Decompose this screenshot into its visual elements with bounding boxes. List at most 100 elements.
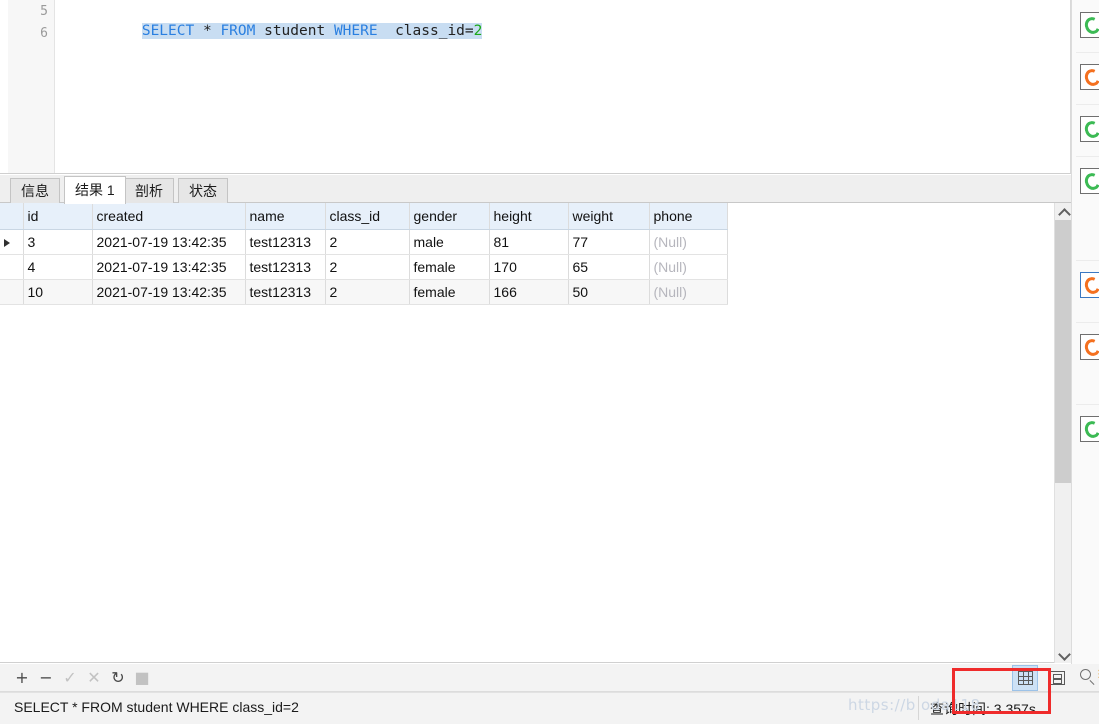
cell-phone[interactable]: (Null) [649,279,728,305]
panel-icon-4[interactable] [1072,156,1099,208]
cell-gender[interactable]: male [409,229,490,255]
scroll-up-button[interactable] [1055,203,1071,221]
panel-icon-7[interactable] [1072,404,1099,456]
search-icon [1080,669,1091,680]
sql-token: = [464,23,474,39]
tab-result-1[interactable]: 结果 1 [64,176,126,204]
sql-editor-pane[interactable]: 5 6 SELECT * FROM student WHERE class_id… [0,0,1071,174]
panel-icon-box [1080,416,1099,442]
cell-id[interactable]: 3 [23,229,93,255]
cell-height[interactable]: 170 [489,254,569,280]
grid-vertical-scrollbar[interactable] [1054,203,1071,663]
panel-icon-box [1080,64,1099,90]
refresh-button[interactable]: ↻ [108,668,128,688]
cell-class-id[interactable]: 2 [325,254,410,280]
connection-icon [1082,118,1099,141]
cell-weight[interactable]: 77 [568,229,650,255]
connection-icon [1082,14,1099,37]
connection-icon [1082,170,1099,193]
sql-token: SELECT [141,23,195,39]
panel-icon-box [1080,168,1099,194]
result-grid[interactable]: id created name class_id gender height w… [0,203,1071,663]
cell-class-id[interactable]: 2 [325,279,410,305]
connection-icon [1082,66,1099,89]
column-header-phone[interactable]: phone [649,203,728,230]
tab-profile[interactable]: 剖析 [124,178,174,203]
row-selector-cell[interactable] [0,279,24,305]
add-record-button[interactable]: + [12,668,32,688]
sql-token: WHERE [333,23,378,39]
sql-code-line[interactable]: SELECT * FROM student WHERE class_id=2 [72,1,483,39]
cell-weight[interactable]: 50 [568,279,650,305]
panel-icon-3[interactable] [1072,104,1099,156]
sql-code-area[interactable]: SELECT * FROM student WHERE class_id=2 [56,0,1070,173]
search-dots-icon: ⋮ [1094,669,1099,680]
chevron-down-icon [1057,647,1071,661]
search-button[interactable]: ⋮ [1078,666,1099,688]
column-header-weight[interactable]: weight [568,203,650,230]
cell-height[interactable]: 166 [489,279,569,305]
record-navigation-toolbar: + − ✓ ✕ ↻ ■ ⋮ [0,664,1099,692]
panel-icon-box [1080,272,1099,298]
table-row[interactable]: 3 2021-07-19 13:42:35 test12313 2 male 8… [0,229,728,255]
column-header-name[interactable]: name [245,203,326,230]
column-header-created[interactable]: created [92,203,246,230]
form-view-icon [1049,671,1065,685]
connection-icon [1082,418,1099,441]
cell-phone[interactable]: (Null) [649,229,728,255]
current-row-arrow-icon [4,238,10,247]
tab-info[interactable]: 信息 [10,178,60,203]
column-header-gender[interactable]: gender [409,203,490,230]
scroll-down-button[interactable] [1055,646,1071,663]
cancel-changes-button[interactable]: ✕ [84,668,104,688]
table-row[interactable]: 4 2021-07-19 13:42:35 test12313 2 female… [0,254,728,280]
panel-icon-2[interactable] [1072,52,1099,104]
cell-created[interactable]: 2021-07-19 13:42:35 [92,229,246,255]
cell-weight[interactable]: 65 [568,254,650,280]
cell-id[interactable]: 4 [23,254,93,280]
line-number: 6 [40,26,48,41]
connection-icon [1082,274,1099,297]
line-number: 5 [40,4,48,19]
sql-token: student [264,23,326,39]
cell-gender[interactable]: female [409,254,490,280]
cell-gender[interactable]: female [409,279,490,305]
delete-record-button[interactable]: − [36,668,56,688]
right-side-panel[interactable] [1071,0,1099,664]
stop-button[interactable]: ■ [132,668,152,688]
row-selector-header [0,203,24,230]
cell-class-id[interactable]: 2 [325,229,410,255]
column-header-height[interactable]: height [489,203,569,230]
table-header-row: id created name class_id gender height w… [0,203,728,230]
sql-token: * [202,23,212,39]
panel-icon-1[interactable] [1072,0,1099,52]
panel-icon-box [1080,334,1099,360]
chevron-up-icon [1057,207,1071,221]
tab-status[interactable]: 状态 [178,178,228,203]
column-header-class-id[interactable]: class_id [325,203,410,230]
cell-name[interactable]: test12313 [245,254,326,280]
cell-name[interactable]: test12313 [245,229,326,255]
result-table: id created name class_id gender height w… [0,203,728,305]
cell-height[interactable]: 81 [489,229,569,255]
status-sql-text: SELECT * FROM student WHERE class_id=2 [14,699,299,715]
cell-created[interactable]: 2021-07-19 13:42:35 [92,254,246,280]
panel-icon-6[interactable] [1072,322,1099,374]
editor-line-number-gutter: 5 6 [8,0,55,173]
table-row[interactable]: 10 2021-07-19 13:42:35 test12313 2 femal… [0,279,728,305]
scrollbar-thumb[interactable] [1055,220,1071,483]
cell-name[interactable]: test12313 [245,279,326,305]
cell-created[interactable]: 2021-07-19 13:42:35 [92,279,246,305]
row-selector-cell[interactable] [0,229,24,255]
row-selector-cell[interactable] [0,254,24,280]
cell-id[interactable]: 10 [23,279,93,305]
apply-changes-button[interactable]: ✓ [60,668,80,688]
sql-token: class_id [395,23,465,39]
sql-token: 2 [473,23,483,39]
panel-icon-5[interactable] [1072,260,1099,312]
column-header-id[interactable]: id [23,203,93,230]
cell-phone[interactable]: (Null) [649,254,728,280]
